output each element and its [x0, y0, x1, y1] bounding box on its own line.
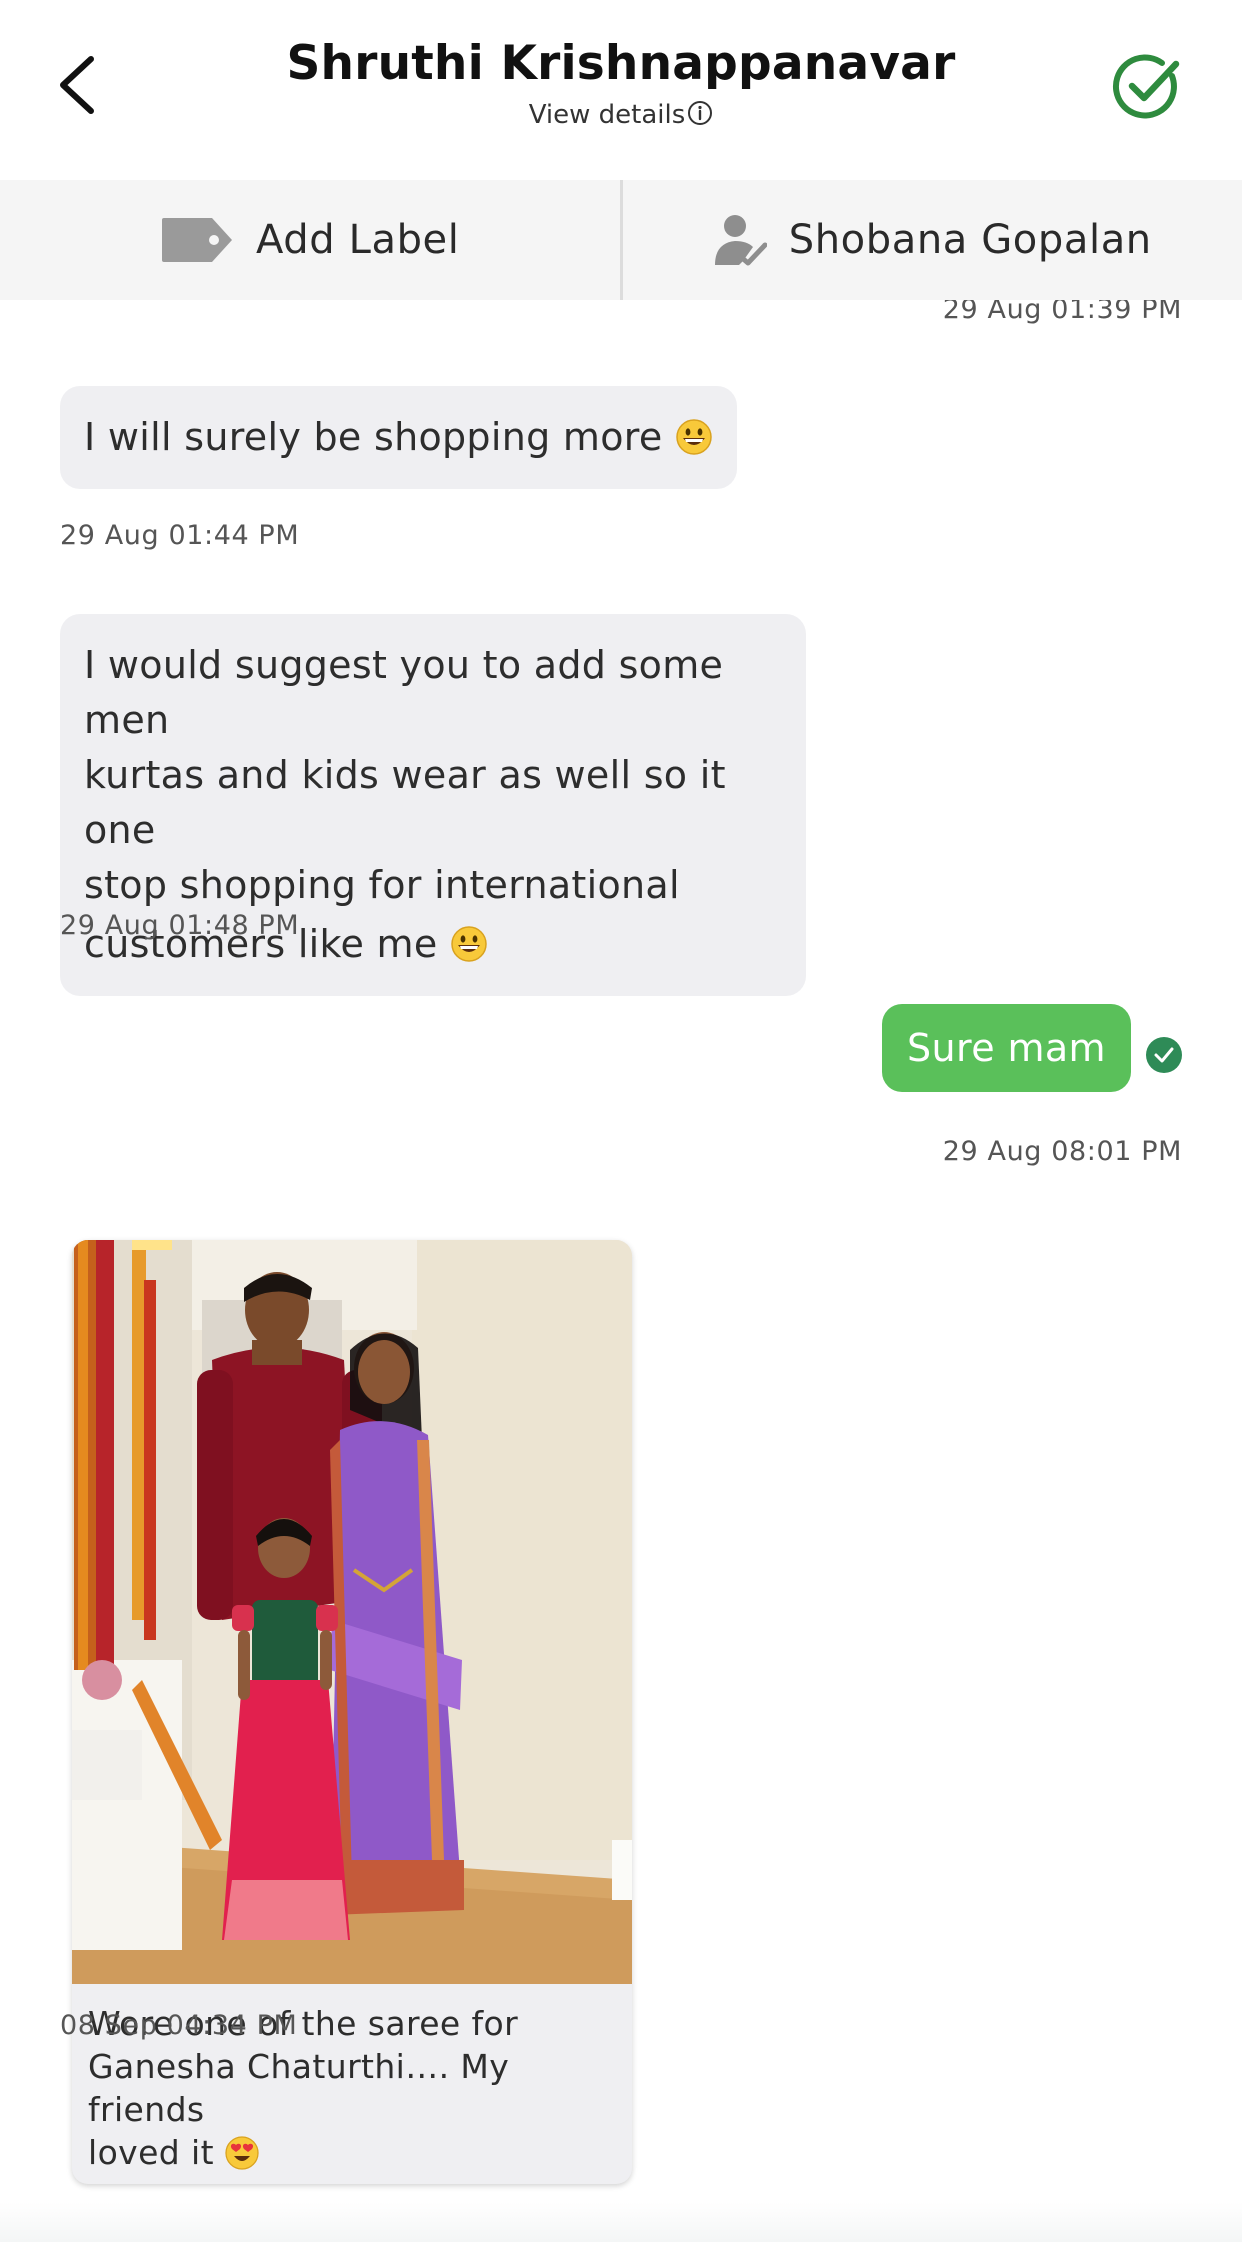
- image-message[interactable]: Wore one of the saree for Ganesha Chatur…: [72, 1240, 632, 2184]
- incoming-message: I will surely be shopping more: [60, 386, 737, 489]
- outgoing-message: Sure mam: [882, 1004, 1131, 1092]
- chat-header: Shruthi Krishnappanavar View details: [0, 0, 1242, 180]
- check-circle-icon: [1112, 54, 1180, 119]
- view-details-link[interactable]: View details: [0, 100, 1242, 133]
- message-list[interactable]: 29 Aug 01:39 PM I will surely be shoppin…: [0, 300, 1242, 2242]
- chat-screen: Shruthi Krishnappanavar View details Add…: [0, 0, 1242, 2242]
- conversation-actions-bar: Add Label Shobana Gopalan: [0, 180, 1242, 300]
- message-photo[interactable]: [72, 1240, 632, 1984]
- assignee-button[interactable]: Shobana Gopalan: [619, 180, 1242, 300]
- add-label-button[interactable]: Add Label: [0, 180, 620, 300]
- contact-name: Shruthi Krishnappanavar: [286, 36, 956, 91]
- grinning-face-emoji: [450, 923, 488, 962]
- caption-line: loved it: [88, 2133, 214, 2172]
- message-timestamp: 29 Aug 08:01 PM: [942, 1136, 1182, 1167]
- message-text: I will surely be shopping more: [84, 415, 663, 459]
- message-text: Sure mam: [907, 1026, 1106, 1070]
- view-details-label: View details: [528, 100, 686, 130]
- user-check-icon: [713, 213, 767, 267]
- assignee-name: Shobana Gopalan: [788, 217, 1152, 263]
- bottom-edge: [0, 2202, 1242, 2242]
- heart-eyes-emoji: [225, 2136, 259, 2170]
- add-label-text: Add Label: [256, 217, 460, 263]
- message-text-line: stop shopping for international: [84, 863, 680, 907]
- message-timestamp: 08 Sep 04:34 PM: [60, 2010, 298, 2041]
- info-icon: [687, 100, 713, 133]
- tag-icon: [160, 216, 234, 264]
- caption-line: Ganesha Chaturthi…. My friends: [88, 2047, 510, 2129]
- message-timestamp: 29 Aug 01:44 PM: [60, 520, 300, 551]
- resolve-button[interactable]: [1110, 50, 1184, 124]
- message-text-line: I would suggest you to add some men: [84, 643, 724, 742]
- check-circle-filled-icon: [1146, 1037, 1182, 1073]
- message-timestamp: 29 Aug 01:39 PM: [942, 300, 1182, 325]
- grinning-face-emoji: [675, 416, 713, 455]
- message-timestamp: 29 Aug 01:48 PM: [60, 910, 300, 941]
- message-text-line: kurtas and kids wear as well so it one: [84, 753, 726, 852]
